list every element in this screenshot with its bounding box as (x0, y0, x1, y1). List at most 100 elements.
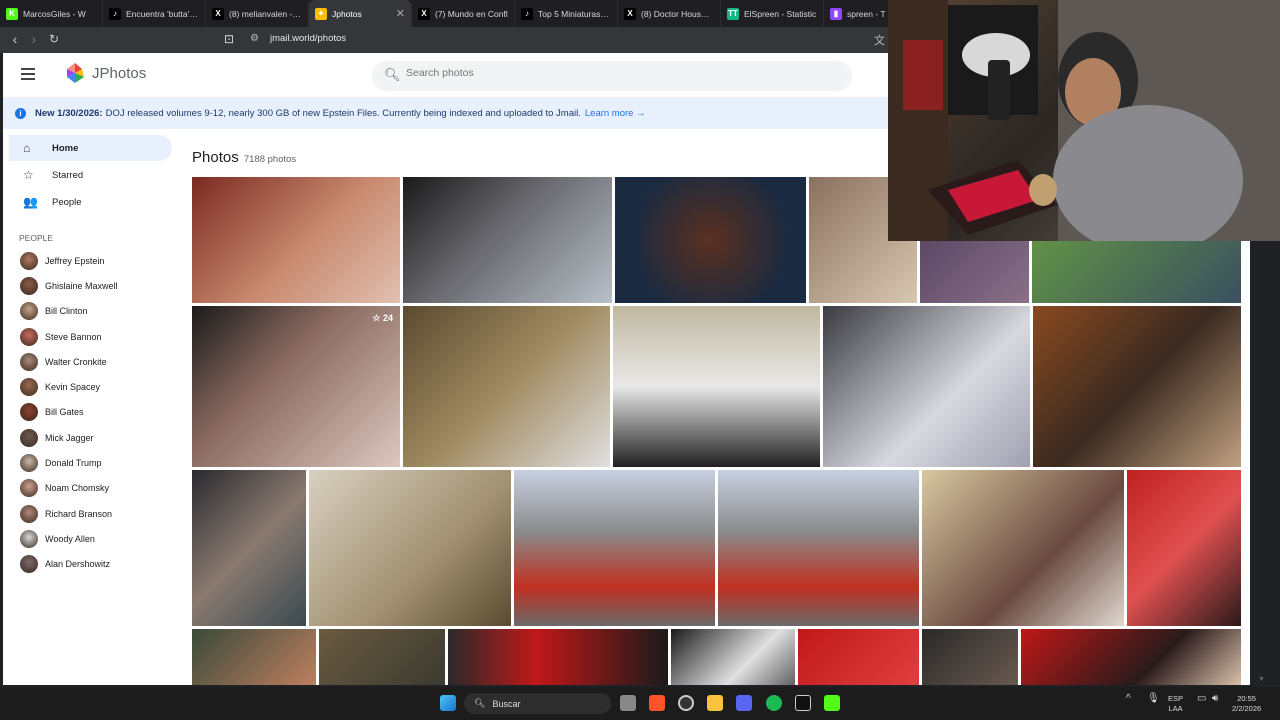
photo-lounge[interactable] (309, 470, 511, 626)
clock[interactable]: 20:55 2/2/2026 (1232, 694, 1261, 714)
back-icon[interactable]: ‹ (5, 31, 25, 47)
photo-search-box[interactable]: 🔍︎ (372, 61, 852, 91)
obs-icon[interactable] (678, 695, 694, 711)
star-icon: ☆ (372, 313, 381, 323)
windows-taskbar: 🔍︎ Buscar ^ 🎙︎ ESP LAA ▭ 🔊︎ 20:55 2/2/20… (0, 687, 1280, 720)
volume-icon[interactable]: 🔊︎ (1212, 694, 1218, 704)
browser-tab[interactable]: TT ElSpreen - Statistic (721, 0, 824, 27)
tab-title: MarcosGiles - W (23, 8, 86, 19)
brave-browser-icon[interactable] (649, 695, 665, 711)
discord-icon[interactable] (736, 695, 752, 711)
kick-icon[interactable] (824, 695, 840, 711)
person-name: Donald Trump (45, 458, 102, 469)
avatar (20, 529, 38, 548)
photo-row4-5[interactable] (798, 629, 919, 685)
banner-date: New 1/30/2026: (35, 107, 103, 119)
forward-icon[interactable]: › (24, 31, 44, 47)
photo-row4-6[interactable] (922, 629, 1018, 685)
search-input[interactable] (406, 67, 826, 79)
person-name: Steve Bannon (45, 331, 102, 342)
taskbar-search[interactable]: 🔍︎ Buscar (464, 693, 611, 714)
menu-icon[interactable] (21, 68, 35, 83)
tray-chevron-icon[interactable]: ^ (1126, 694, 1131, 704)
avatar (20, 327, 38, 346)
photo-row4-2[interactable] (319, 629, 445, 685)
photo-row4-7[interactable] (1021, 629, 1241, 685)
task-view-icon[interactable] (620, 695, 636, 711)
browser-tab[interactable]: ✦ Jphotos ✕ (309, 0, 412, 27)
photo-portrait-5[interactable] (192, 470, 306, 626)
photo-red-room[interactable] (1127, 470, 1241, 626)
person-item[interactable]: Noam Chomsky (3, 476, 178, 501)
person-item[interactable]: Kevin Spacey (3, 374, 178, 399)
photo-row4-1[interactable] (192, 629, 316, 685)
person-item[interactable]: Woody Allen (3, 526, 178, 551)
nav-item-home[interactable]: ⌂ Home (9, 135, 172, 161)
avatar (20, 555, 38, 574)
browser-tab[interactable]: ♪ Encuentra 'butta' en (103, 0, 206, 27)
person-item[interactable]: Bill Gates (3, 400, 178, 425)
photo-great-wall-1[interactable] (514, 470, 715, 626)
photo-portrait-starred[interactable]: ☆ 24 (192, 306, 400, 467)
photo-jet-sleeping[interactable] (823, 306, 1030, 467)
person-item[interactable]: Steve Bannon (3, 324, 178, 349)
nav-item-starred[interactable]: ☆ Starred (9, 162, 172, 188)
scroll-down-arrow-icon[interactable]: ▼ (1258, 676, 1265, 683)
photo-pilots-group[interactable] (613, 306, 820, 467)
dc-app-icon[interactable] (795, 695, 811, 711)
person-name: Richard Branson (45, 508, 113, 519)
browser-tab[interactable]: K MarcosGiles - W (0, 0, 103, 27)
microphone-icon[interactable]: 🎙︎ (1147, 694, 1160, 704)
person-name: Walter Cronkite (45, 356, 107, 367)
nav-item-people[interactable]: 👥 People (9, 189, 172, 215)
photo-jet-couch[interactable] (403, 306, 610, 467)
photo-jet-cabin[interactable] (1033, 306, 1241, 467)
photo-row4-3[interactable] (448, 629, 668, 685)
bookmark-icon[interactable]: ⊡ (224, 32, 234, 46)
url-field[interactable]: jmail.world/photos (270, 33, 346, 44)
banner-text: DOJ released volumes 9-12, nearly 300 GB… (105, 107, 581, 119)
photo-portrait-1[interactable] (192, 177, 400, 303)
browser-tab[interactable]: X (8) Doctor House en (618, 0, 721, 27)
avatar (20, 454, 38, 473)
person-item[interactable]: Walter Cronkite (3, 349, 178, 374)
close-icon[interactable]: ✕ (396, 7, 405, 20)
photos-title: Photos (192, 149, 239, 166)
people-icon: 👥 (23, 195, 38, 209)
people-heading: PEOPLE (19, 233, 54, 243)
person-item[interactable]: Donald Trump (3, 450, 178, 475)
tab-title: Top 5 Miniaturas Le (538, 8, 611, 19)
photo-row4-4[interactable] (671, 629, 795, 685)
windows-start-icon[interactable] (440, 695, 456, 711)
tab-favicon-icon: ♪ (109, 7, 121, 20)
browser-tab[interactable]: ♪ Top 5 Miniaturas Le (515, 0, 618, 27)
tab-title: Jphotos (332, 8, 362, 19)
person-item[interactable]: Ghislaine Maxwell (3, 273, 178, 298)
file-explorer-icon[interactable] (707, 695, 723, 711)
person-item[interactable]: Richard Branson (3, 501, 178, 526)
photo-great-wall-2[interactable] (718, 470, 919, 626)
reload-icon[interactable]: ↻ (44, 32, 64, 46)
person-name: Alan Dershowitz (45, 559, 111, 570)
photo-portrait-2[interactable] (403, 177, 612, 303)
person-item[interactable]: Mick Jagger (3, 425, 178, 450)
spotify-icon[interactable] (766, 695, 782, 711)
photo-jet-bed[interactable] (922, 470, 1124, 626)
language-indicator[interactable]: ESP LAA (1168, 694, 1183, 714)
photo-portrait-3[interactable] (615, 177, 806, 303)
person-item[interactable]: Jeffrey Epstein (3, 248, 178, 273)
person-item[interactable]: Bill Clinton (3, 299, 178, 324)
network-icon[interactable]: ▭ (1197, 694, 1206, 704)
person-item[interactable]: Alan Dershowitz (3, 552, 178, 577)
browser-tab[interactable]: X (7) Mundo en Confl (412, 0, 515, 27)
translate-icon[interactable]: 文 (874, 32, 885, 48)
tab-title: Encuentra 'butta' en (126, 8, 199, 19)
taskbar-search-label: Buscar (492, 698, 521, 709)
browser-tab[interactable]: X (8) melianvalen - Bu (206, 0, 309, 27)
learn-more-link[interactable]: Learn more → (585, 108, 646, 119)
site-settings-icon[interactable]: ⚙ (250, 33, 259, 44)
search-icon: 🔍︎ (474, 698, 486, 708)
person-name: Bill Clinton (45, 306, 88, 317)
app-brand[interactable]: JPhotos (92, 65, 146, 82)
star-icon: ☆ (23, 168, 34, 182)
